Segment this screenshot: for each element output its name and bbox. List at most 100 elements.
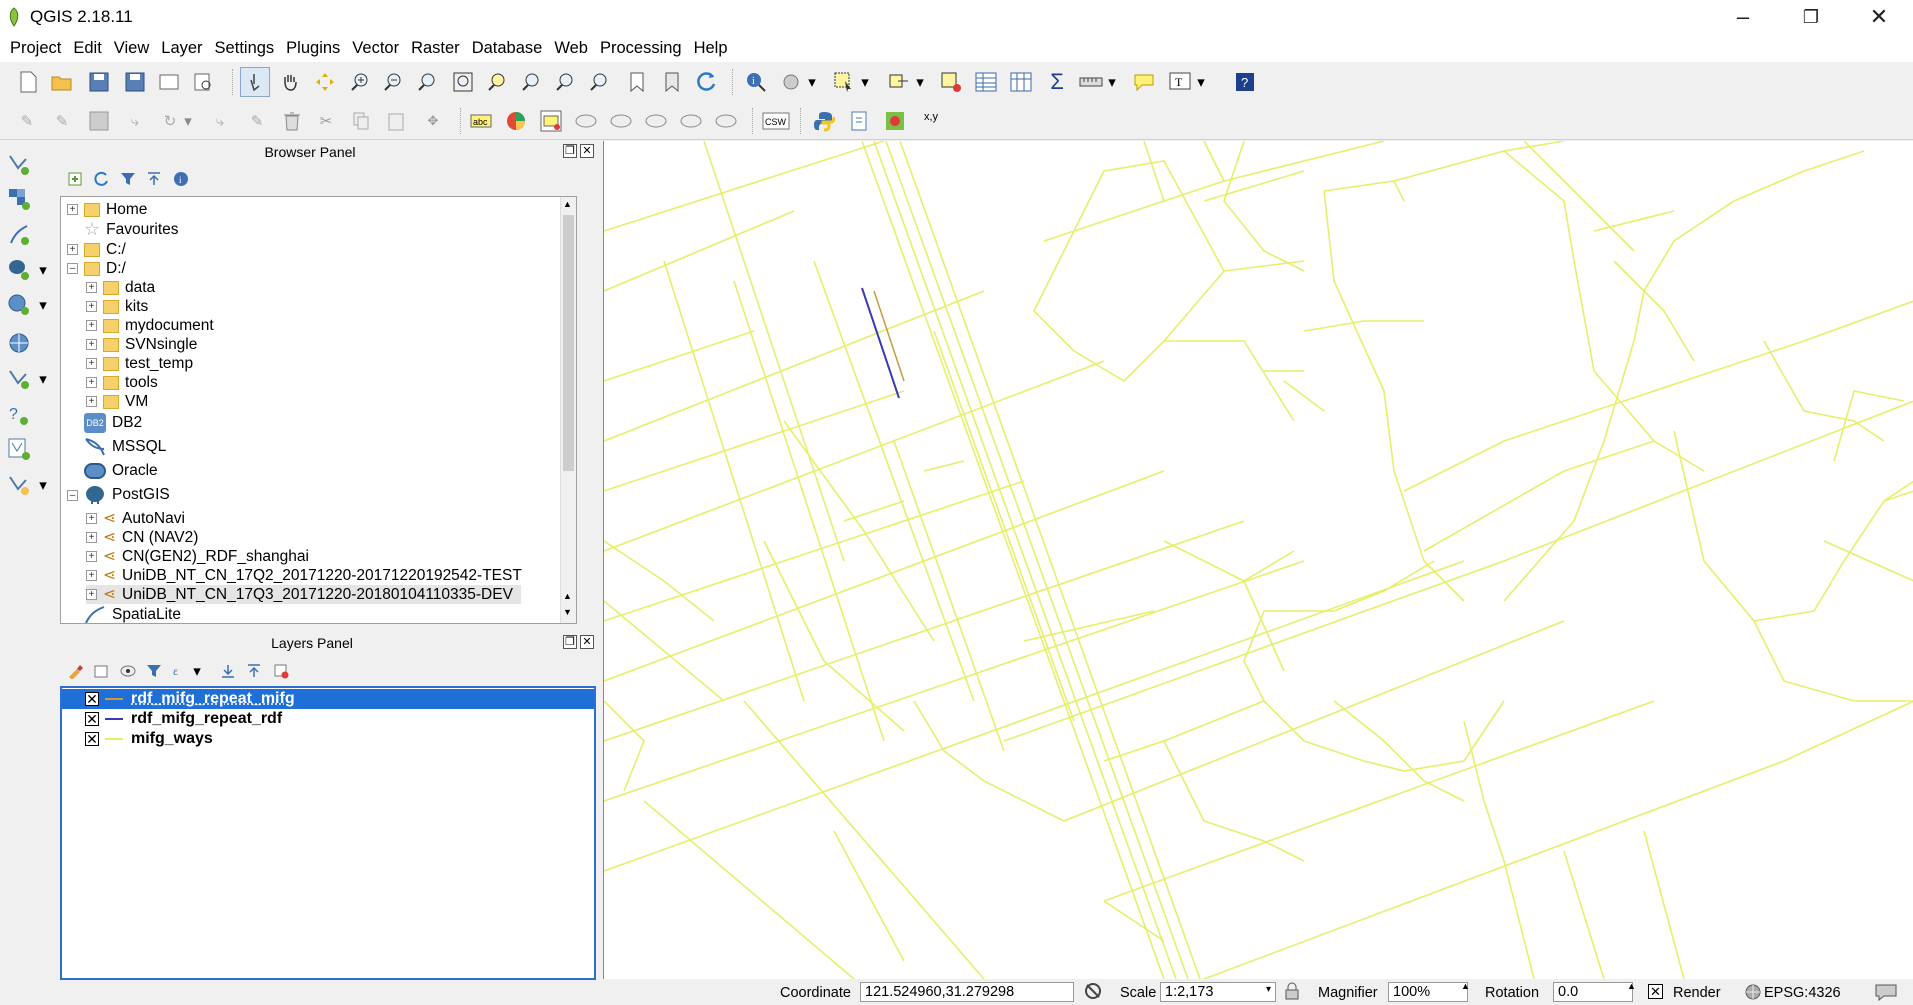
- expand-icon[interactable]: +: [86, 358, 97, 369]
- new-print-composer-icon[interactable]: [156, 69, 182, 95]
- rotate-label-icon[interactable]: [643, 108, 669, 134]
- menu-layer[interactable]: Layer: [155, 39, 208, 58]
- browser-float-button[interactable]: ❐: [563, 144, 577, 158]
- menu-processing[interactable]: Processing: [594, 39, 688, 58]
- tree-item-vm[interactable]: + VM: [86, 392, 148, 411]
- expand-icon[interactable]: +: [86, 532, 97, 543]
- whats-this-help-icon[interactable]: ?: [1232, 69, 1258, 95]
- render-checkbox[interactable]: ✕: [1648, 984, 1663, 999]
- scroll-down-icon[interactable]: ▼: [563, 607, 572, 617]
- tree-item-autonavi[interactable]: + ⋖ AutoNavi: [86, 509, 185, 528]
- layer-row-rdf[interactable]: ✕ rdf_mifg_repeat_rdf: [62, 709, 282, 729]
- menu-help[interactable]: Help: [688, 39, 734, 58]
- label-tool-icon[interactable]: [713, 108, 739, 134]
- zoom-native-resolution-icon[interactable]: [414, 69, 440, 95]
- toggle-editing-icon[interactable]: ✎: [49, 108, 75, 134]
- collapse-all-layers-icon[interactable]: [241, 658, 267, 684]
- layer-labeling-icon[interactable]: abc: [468, 108, 494, 134]
- tree-item-tools[interactable]: + tools: [86, 373, 158, 392]
- layer-visibility-checkbox[interactable]: ✕: [85, 692, 99, 706]
- add-feature-icon[interactable]: ⤷: [122, 108, 148, 134]
- tree-item-cn-nav2[interactable]: + ⋖ CN (NAV2): [86, 528, 198, 547]
- tree-item-d-drive[interactable]: – D:/: [67, 259, 126, 278]
- expand-icon[interactable]: +: [86, 589, 97, 600]
- move-feature-icon[interactable]: ⤷: [207, 108, 233, 134]
- current-edits-icon[interactable]: ✎: [14, 108, 40, 134]
- text-annotation-icon[interactable]: T: [1167, 69, 1193, 95]
- scroll-up-icon[interactable]: ▲: [563, 591, 572, 601]
- restore-button[interactable]: ❐: [1777, 0, 1845, 34]
- select-dropdown-icon[interactable]: ▾: [858, 69, 872, 95]
- save-as-icon[interactable]: [122, 69, 148, 95]
- new-shapefile-layer-icon[interactable]: [6, 472, 32, 498]
- menu-raster[interactable]: Raster: [405, 39, 466, 58]
- measure-line-icon[interactable]: [1078, 69, 1104, 95]
- processing-toolbox-icon[interactable]: [847, 108, 873, 134]
- layer-diagram-icon[interactable]: [503, 108, 529, 134]
- select-by-value-icon[interactable]: [886, 69, 912, 95]
- add-wms-layer-icon[interactable]: [6, 292, 32, 318]
- run-feature-action-icon[interactable]: [778, 69, 804, 95]
- select-value-dropdown-icon[interactable]: ▾: [913, 69, 927, 95]
- tree-item-unidb-17q2[interactable]: + ⋖ UniDB_NT_CN_17Q2_20171220-201712201925…: [86, 566, 522, 585]
- expand-icon[interactable]: +: [86, 396, 97, 407]
- scroll-up-icon[interactable]: ▲: [563, 199, 572, 209]
- new-bookmark-icon[interactable]: [624, 69, 650, 95]
- field-calculator-icon[interactable]: [1008, 69, 1034, 95]
- magnifier-spinbox[interactable]: 100%: [1388, 982, 1468, 1002]
- spin-up-icon[interactable]: ▲: [1627, 981, 1636, 991]
- menu-plugins[interactable]: Plugins: [280, 39, 346, 58]
- expression-dropdown-icon[interactable]: ▾: [190, 658, 204, 684]
- layer-visibility-checkbox[interactable]: ✕: [85, 732, 99, 746]
- minimize-button[interactable]: –: [1709, 0, 1777, 34]
- layer-row-ways[interactable]: ✕ mifg_ways: [62, 729, 213, 749]
- pan-to-selection-icon[interactable]: [312, 69, 338, 95]
- add-wfs-layer-icon[interactable]: [6, 366, 32, 392]
- expand-icon[interactable]: +: [67, 244, 78, 255]
- paste-features-icon[interactable]: [383, 108, 409, 134]
- statistical-summary-icon[interactable]: Σ: [1044, 69, 1070, 95]
- menu-edit[interactable]: Edit: [67, 39, 107, 58]
- wms-dropdown-icon[interactable]: ▾: [36, 292, 50, 318]
- browser-close-button[interactable]: ✕: [580, 144, 594, 158]
- expand-icon[interactable]: +: [86, 551, 97, 562]
- new-layer-dropdown-icon[interactable]: ▾: [36, 472, 50, 498]
- tree-item-cn-gen2[interactable]: + ⋖ CN(GEN2)_RDF_shanghai: [86, 547, 309, 566]
- change-label-icon[interactable]: [678, 108, 704, 134]
- manage-map-themes-icon[interactable]: [115, 658, 141, 684]
- menu-view[interactable]: View: [108, 39, 155, 58]
- browser-refresh-icon[interactable]: [88, 166, 114, 192]
- layers-close-button[interactable]: ✕: [580, 635, 594, 649]
- split-features-icon[interactable]: ✥: [420, 108, 446, 134]
- extents-toggle-icon[interactable]: [1083, 981, 1103, 1005]
- node-tool-icon[interactable]: ✎: [244, 108, 270, 134]
- collapse-icon[interactable]: –: [67, 490, 78, 501]
- select-features-icon[interactable]: [831, 69, 857, 95]
- lock-scale-icon[interactable]: [1284, 982, 1300, 1004]
- composer-manager-icon[interactable]: [190, 69, 216, 95]
- rotation-spinbox[interactable]: 0.0: [1553, 982, 1633, 1002]
- layer-row-mifg[interactable]: ✕ rdf_mifg_repeat_mifg: [62, 689, 594, 709]
- tree-item-unidb-17q3[interactable]: + ⋖ UniDB_NT_CN_17Q3_20171220-201801041103…: [86, 585, 521, 604]
- wfs-dropdown-icon[interactable]: ▾: [36, 366, 50, 392]
- save-layer-edits-icon[interactable]: [86, 108, 112, 134]
- expand-icon[interactable]: +: [86, 301, 97, 312]
- properties-info-icon[interactable]: i: [168, 166, 194, 192]
- annotation-dropdown-icon[interactable]: ▾: [1194, 69, 1208, 95]
- zoom-last-icon[interactable]: [552, 69, 578, 95]
- open-project-icon[interactable]: [49, 69, 75, 95]
- map-tips-icon[interactable]: [1131, 69, 1157, 95]
- open-attribute-table-icon[interactable]: [973, 69, 999, 95]
- pan-map-icon[interactable]: [277, 69, 303, 95]
- postgis-dropdown-icon[interactable]: ▾: [36, 257, 50, 283]
- tree-item-db2[interactable]: DB2 DB2: [84, 412, 142, 434]
- move-label-icon[interactable]: [608, 108, 634, 134]
- add-postgis-layer-icon[interactable]: [6, 257, 32, 283]
- identify-features-icon[interactable]: i: [743, 69, 769, 95]
- zoom-in-icon[interactable]: [347, 69, 373, 95]
- menu-vector[interactable]: Vector: [346, 39, 405, 58]
- menu-settings[interactable]: Settings: [209, 39, 281, 58]
- add-vector-layer-icon[interactable]: [6, 152, 32, 178]
- expand-icon[interactable]: +: [86, 339, 97, 350]
- add-spatialite-layer-icon[interactable]: [6, 222, 32, 248]
